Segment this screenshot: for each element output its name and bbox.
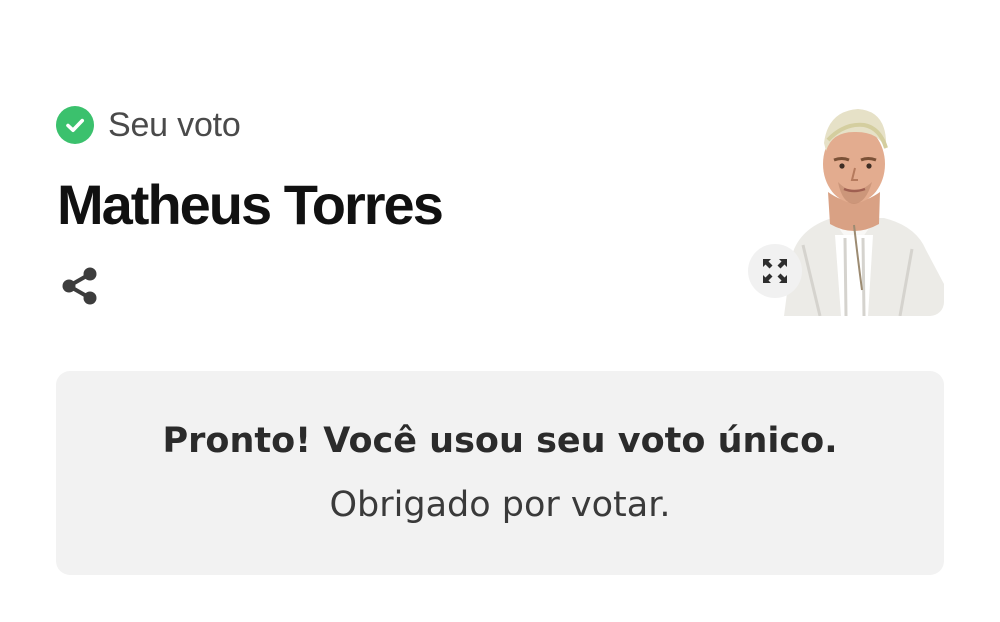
check-circle-icon xyxy=(56,106,94,144)
vote-status: Seu voto xyxy=(56,104,241,146)
confirmation-message: Pronto! Você usou seu voto único. Obriga… xyxy=(100,409,900,537)
vote-status-label: Seu voto xyxy=(108,105,241,144)
share-button[interactable] xyxy=(56,262,104,310)
confirmation-message-box: Pronto! Você usou seu voto único. Obriga… xyxy=(56,371,944,575)
confirmation-message-normal: Obrigado por votar. xyxy=(329,485,671,525)
confirmation-message-strong: Pronto! Você usou seu voto único. xyxy=(162,421,838,461)
expand-photo-button[interactable] xyxy=(748,244,802,298)
candidate-photo-area xyxy=(748,100,944,316)
vote-confirmation-page: Seu voto Matheus Torres Pronto! Você uso… xyxy=(0,0,1000,622)
candidate-name: Matheus Torres xyxy=(57,173,444,236)
expand-icon xyxy=(763,259,787,283)
share-icon xyxy=(62,267,97,305)
